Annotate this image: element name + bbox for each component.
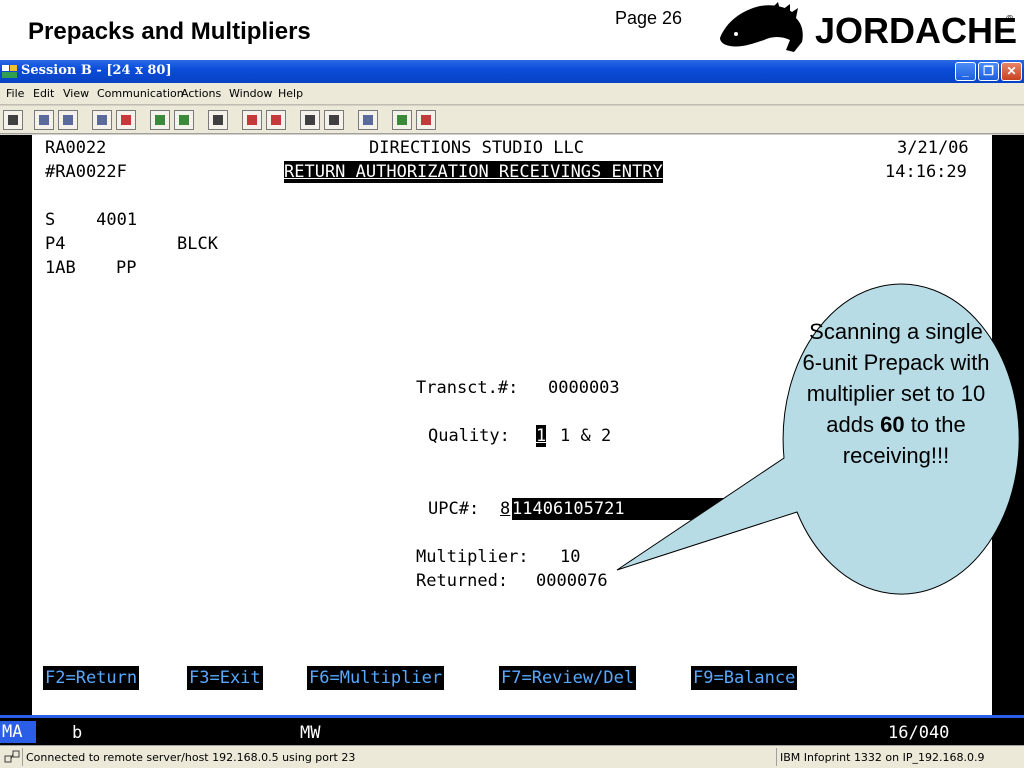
callout-text: Scanning a single 6-unit Prepack with mu…	[800, 316, 992, 471]
f3-exit-key[interactable]: F3=Exit	[187, 666, 263, 690]
returned-label: Returned:	[416, 571, 509, 591]
status-bar: Connected to remote server/host 192.168.…	[0, 745, 1024, 768]
session-connect-icon[interactable]	[300, 110, 320, 130]
menu-bar: File Edit View Communication Actions Win…	[0, 83, 1024, 105]
quality-options: 1 & 2	[560, 426, 612, 446]
slide-title: Prepacks and Multipliers	[28, 18, 311, 45]
transct-value: 0000003	[548, 378, 620, 398]
window-title: Session B - [24 x 80]	[21, 63, 172, 78]
clipboard-icon[interactable]	[358, 110, 378, 130]
quality-label: Quality:	[428, 426, 510, 446]
tag-icon[interactable]	[416, 110, 436, 130]
upc-cursor-char: 8	[500, 499, 511, 519]
display-options-icon[interactable]	[150, 110, 170, 130]
line-pack: PP	[116, 258, 137, 278]
window-titlebar[interactable]: Session B - [24 x 80] _ ❐ ✕	[0, 60, 1024, 83]
menu-communication[interactable]: Communication	[97, 87, 184, 100]
f6-multiplier-key[interactable]: F6=Multiplier	[307, 666, 445, 690]
menu-actions[interactable]: Actions	[181, 87, 221, 100]
line-color: BLCK	[177, 234, 218, 254]
menu-file[interactable]: File	[6, 87, 24, 100]
restore-button[interactable]: ❐	[978, 62, 999, 81]
minimize-button[interactable]: _	[955, 62, 976, 81]
menu-view[interactable]: View	[63, 87, 89, 100]
trademark-mark: ®	[1006, 14, 1014, 25]
operator-info-area: MA b MW 16/040	[0, 715, 1024, 745]
session-disconnect-icon[interactable]	[324, 110, 344, 130]
status-separator	[22, 748, 23, 766]
upc-value: 11406105721	[512, 499, 625, 519]
transct-label: Transct.#:	[416, 378, 519, 398]
f9-balance-key[interactable]: F9=Balance	[691, 666, 798, 690]
record-macro-icon[interactable]	[208, 110, 228, 130]
play-macro-icon[interactable]	[242, 110, 262, 130]
quality-input[interactable]: 1	[536, 425, 547, 447]
oia-cursor-position: 16/040	[888, 723, 950, 743]
connection-icon	[4, 750, 20, 763]
line-size: 1AB	[45, 258, 76, 278]
send-file-icon[interactable]	[92, 110, 112, 130]
connection-status: Connected to remote server/host 192.168.…	[26, 751, 356, 764]
page-number: Page 26	[615, 8, 683, 28]
status-separator	[776, 748, 777, 766]
callout-text-bold: 60	[880, 412, 905, 437]
f7-review-del-key[interactable]: F7=Review/Del	[499, 666, 637, 690]
menu-edit[interactable]: Edit	[33, 87, 54, 100]
brand-logo: JORDACHE	[815, 10, 1018, 51]
f2-return-key[interactable]: F2=Return	[43, 666, 140, 690]
upc-label: UPC#:	[428, 499, 480, 519]
returned-value: 0000076	[536, 571, 608, 591]
line-store: S 4001	[45, 210, 138, 230]
line-style: P4	[45, 234, 66, 254]
menu-help[interactable]: Help	[278, 87, 303, 100]
multiplier-label: Multiplier:	[416, 547, 529, 567]
program-id: RA0022	[45, 138, 107, 158]
oia-session: b	[72, 723, 83, 743]
stop-macro-icon[interactable]	[266, 110, 286, 130]
screen-id: #RA0022F	[45, 162, 127, 182]
screen-date: 3/21/06	[897, 138, 969, 158]
keyboard-map-icon[interactable]	[174, 110, 194, 130]
oia-mode: MA	[0, 721, 36, 743]
receive-file-icon[interactable]	[116, 110, 136, 130]
menu-window[interactable]: Window	[229, 87, 272, 100]
oia-message-waiting: MW	[300, 723, 321, 743]
printer-status: IBM Infoprint 1332 on IP_192.168.0.9	[780, 751, 985, 764]
print-screen-icon[interactable]	[3, 110, 23, 130]
close-button[interactable]: ✕	[1001, 62, 1022, 81]
screen-time: 14:16:29	[885, 162, 967, 182]
multiplier-value: 10	[560, 547, 581, 567]
screen-title: RETURN AUTHORIZATION RECEIVINGS ENTRY	[284, 161, 663, 183]
copy-icon[interactable]	[34, 110, 54, 130]
paste-icon[interactable]	[58, 110, 78, 130]
session-icon	[2, 65, 17, 78]
globe-icon[interactable]	[392, 110, 412, 130]
toolbar	[0, 106, 1024, 134]
company-name: DIRECTIONS STUDIO LLC	[369, 138, 584, 158]
